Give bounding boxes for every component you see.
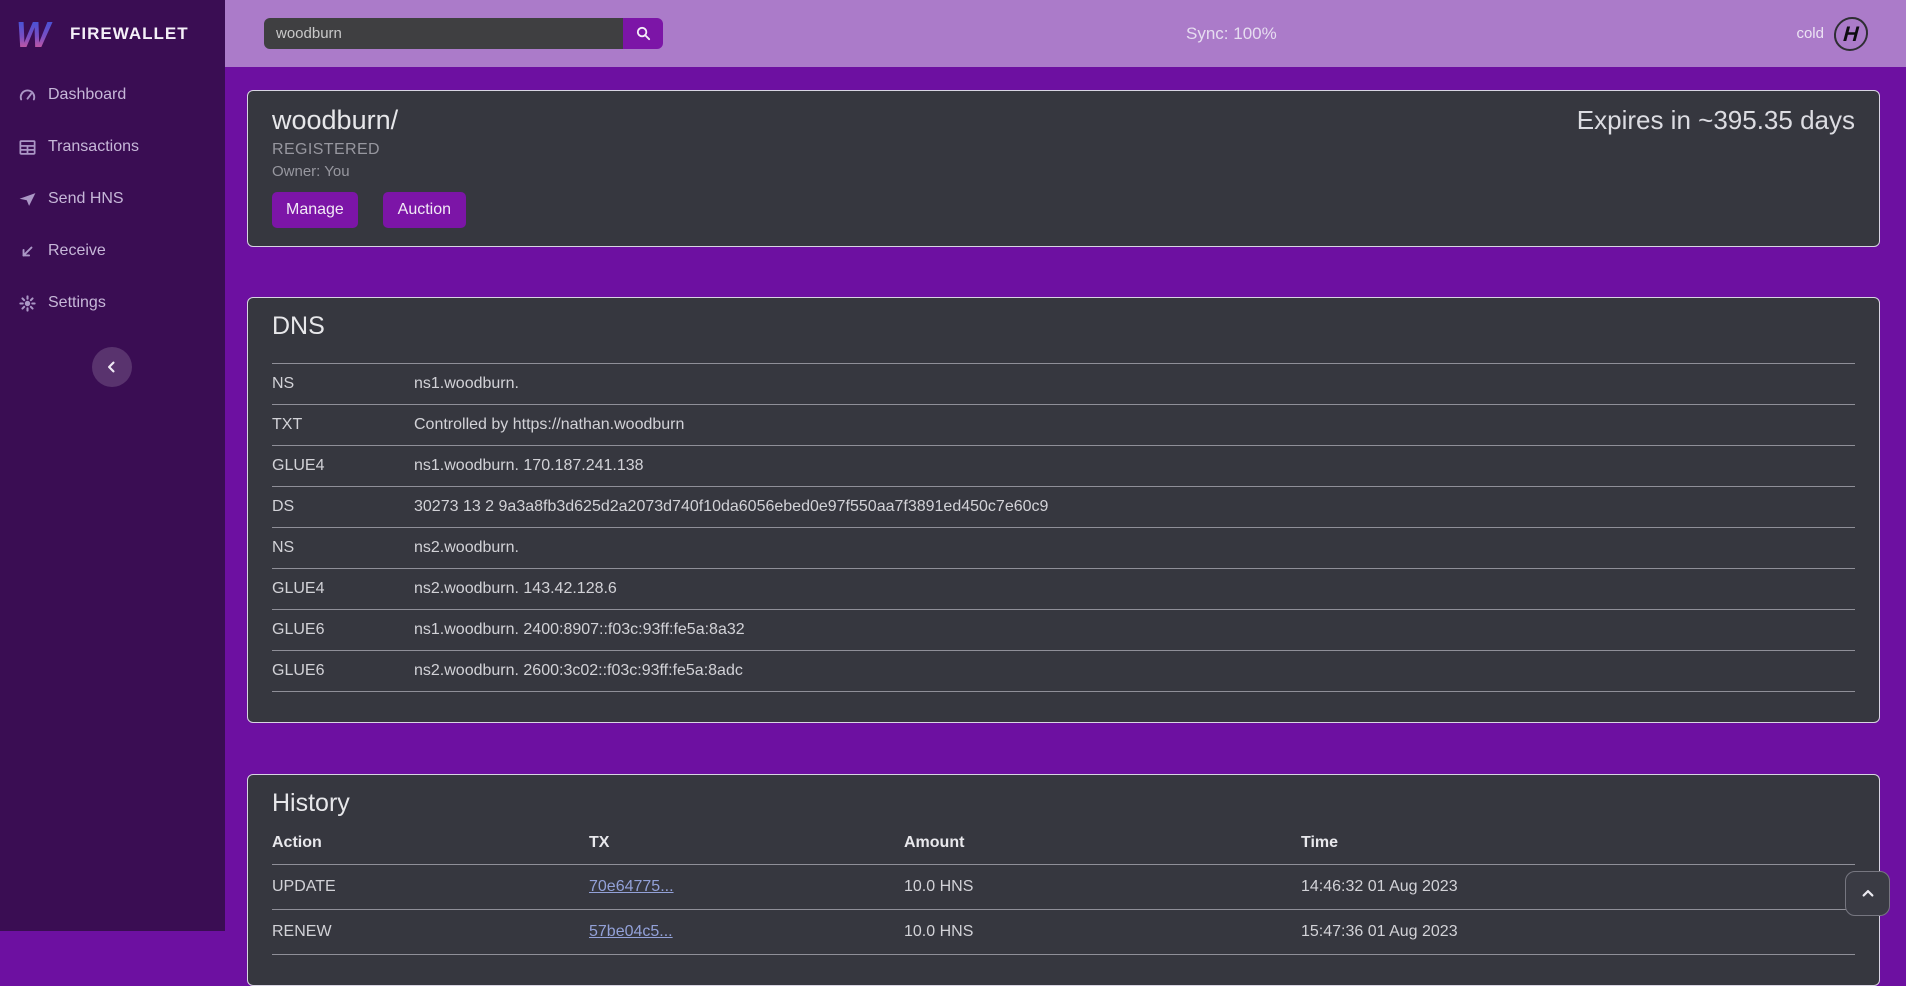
main-content: woodburn/ Expires in ~395.35 days REGIST… — [225, 67, 1906, 931]
tx-link[interactable]: 70e64775... — [589, 878, 674, 895]
dns-record-value: ns1.woodburn. 170.187.241.138 — [414, 446, 1855, 487]
dns-record-row: TXT Controlled by https://nathan.woodbur… — [272, 405, 1855, 446]
dns-card-title: DNS — [272, 312, 1855, 341]
dns-record-value: 30273 13 2 9a3a8fb3d625d2a2073d740f10da6… — [414, 487, 1855, 528]
history-col-action: Action — [272, 818, 589, 865]
sidebar-item-settings[interactable]: Settings — [0, 277, 225, 329]
dns-record-type: TXT — [272, 405, 414, 446]
auction-button[interactable]: Auction — [383, 192, 466, 228]
history-col-tx: TX — [589, 818, 904, 865]
history-header-row: Action TX Amount Time — [272, 818, 1855, 865]
dns-table: NS ns1.woodburn. TXT Controlled by https… — [272, 363, 1855, 692]
dns-record-type: GLUE6 — [272, 610, 414, 651]
domain-owner: Owner: You — [272, 163, 1855, 180]
domain-title: woodburn/ — [272, 105, 398, 135]
handshake-glyph: H — [1843, 23, 1860, 44]
sidebar-item-label: Dashboard — [48, 86, 126, 104]
wallet-area: cold H — [1796, 0, 1868, 67]
history-col-time: Time — [1301, 818, 1855, 865]
dns-record-value: ns1.woodburn. — [414, 364, 1855, 405]
dns-record-row: GLUE6 ns1.woodburn. 2400:8907::f03c:93ff… — [272, 610, 1855, 651]
search-icon — [635, 25, 652, 42]
history-table: Action TX Amount Time UPDATE 70e64775...… — [272, 818, 1855, 955]
history-row: UPDATE 70e64775... 10.0 HNS 14:46:32 01 … — [272, 865, 1855, 910]
dns-record-type: GLUE4 — [272, 446, 414, 487]
dns-record-value: ns1.woodburn. 2400:8907::f03c:93ff:fe5a:… — [414, 610, 1855, 651]
dns-record-type: NS — [272, 528, 414, 569]
svg-text:W: W — [16, 16, 53, 52]
tx-link[interactable]: 57be04c5... — [589, 923, 673, 940]
dns-record-value: ns2.woodburn. — [414, 528, 1855, 569]
sidebar-item-label: Transactions — [48, 138, 139, 156]
sidebar-item-send-hns[interactable]: Send HNS — [0, 173, 225, 225]
history-amount: 10.0 HNS — [904, 910, 1301, 955]
history-action: RENEW — [272, 910, 589, 955]
history-row: RENEW 57be04c5... 10.0 HNS 15:47:36 01 A… — [272, 910, 1855, 955]
dns-record-type: GLUE6 — [272, 651, 414, 692]
table-icon — [18, 138, 37, 157]
sidebar-item-label: Settings — [48, 294, 106, 312]
firewallet-w-logo-icon: W — [16, 16, 58, 52]
wallet-name: cold — [1796, 25, 1824, 42]
sidebar-item-dashboard[interactable]: Dashboard — [0, 69, 225, 121]
dns-record-row: GLUE4 ns1.woodburn. 170.187.241.138 — [272, 446, 1855, 487]
search-bar — [264, 18, 663, 49]
dns-record-value: ns2.woodburn. 2600:3c02::f03c:93ff:fe5a:… — [414, 651, 1855, 692]
dns-record-row: DS 30273 13 2 9a3a8fb3d625d2a2073d740f10… — [272, 487, 1855, 528]
sidebar-collapse-button[interactable] — [92, 347, 132, 387]
app-name: FIREWALLET — [70, 24, 189, 44]
chevron-left-icon — [104, 359, 120, 375]
send-icon — [18, 190, 37, 209]
domain-expiry: Expires in ~395.35 days — [1577, 105, 1855, 135]
dns-card: DNS NS ns1.woodburn. TXT Controlled by h… — [247, 297, 1880, 723]
topbar: Sync: 100% cold H — [225, 0, 1906, 67]
domain-card: woodburn/ Expires in ~395.35 days REGIST… — [247, 90, 1880, 247]
sync-status: Sync: 100% — [1186, 0, 1277, 67]
dns-record-type: NS — [272, 364, 414, 405]
dns-record-type: GLUE4 — [272, 569, 414, 610]
history-col-amount: Amount — [904, 818, 1301, 865]
gear-icon — [18, 294, 37, 313]
dns-record-value: ns2.woodburn. 143.42.128.6 — [414, 569, 1855, 610]
receive-arrow-icon — [18, 242, 37, 261]
sidebar-item-label: Receive — [48, 242, 106, 260]
handshake-logo-icon[interactable]: H — [1833, 17, 1869, 51]
dns-record-row: NS ns2.woodburn. — [272, 528, 1855, 569]
history-amount: 10.0 HNS — [904, 865, 1301, 910]
sidebar-menu: Dashboard Transactions Send HNS — [0, 69, 225, 329]
history-time: 14:46:32 01 Aug 2023 — [1301, 865, 1855, 910]
dns-record-row: GLUE6 ns2.woodburn. 2600:3c02::f03c:93ff… — [272, 651, 1855, 692]
dns-record-row: NS ns1.woodburn. — [272, 364, 1855, 405]
dns-record-row: GLUE4 ns2.woodburn. 143.42.128.6 — [272, 569, 1855, 610]
dns-record-type: DS — [272, 487, 414, 528]
history-time: 15:47:36 01 Aug 2023 — [1301, 910, 1855, 955]
search-input[interactable] — [264, 18, 623, 49]
history-card-title: History — [272, 789, 1855, 818]
dns-record-value: Controlled by https://nathan.woodburn — [414, 405, 1855, 446]
sidebar-item-label: Send HNS — [48, 190, 124, 208]
domain-status: REGISTERED — [272, 141, 1855, 159]
history-action: UPDATE — [272, 865, 589, 910]
gauge-icon — [18, 86, 37, 105]
chevron-up-icon — [1860, 886, 1876, 902]
app-logo: W FIREWALLET — [0, 0, 225, 67]
sidebar-item-receive[interactable]: Receive — [0, 225, 225, 277]
manage-button[interactable]: Manage — [272, 192, 358, 228]
search-button[interactable] — [623, 18, 663, 49]
history-card: History Action TX Amount Time UPDATE 70e… — [247, 774, 1880, 986]
sidebar-item-transactions[interactable]: Transactions — [0, 121, 225, 173]
sidebar: W FIREWALLET Dashboard Transactions — [0, 0, 225, 931]
scroll-to-top-button[interactable] — [1845, 871, 1890, 916]
